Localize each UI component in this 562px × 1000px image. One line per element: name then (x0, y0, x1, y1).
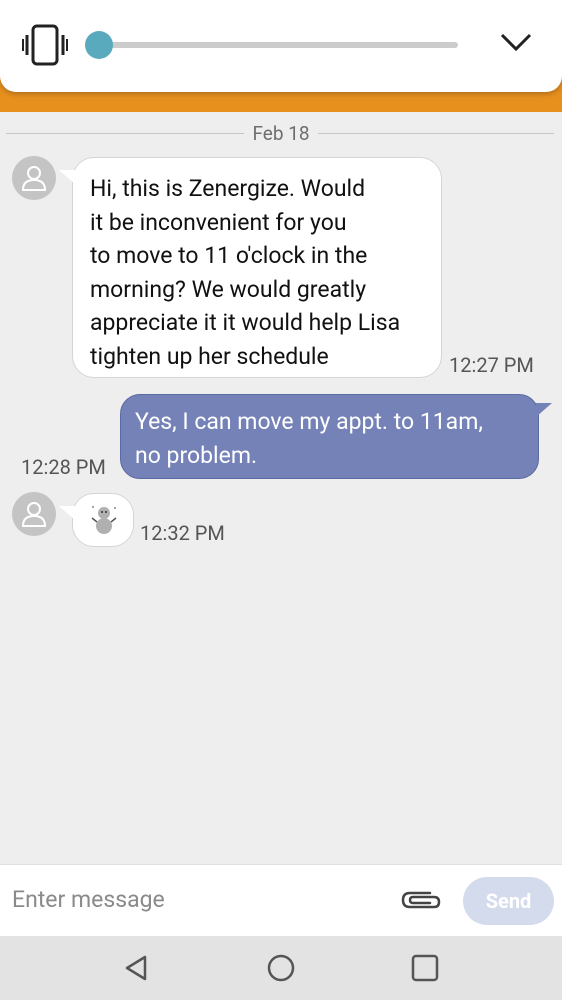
outgoing-message-bubble[interactable]: Yes, I can move my appt. to 11am, no pro… (120, 394, 552, 479)
volume-slider-track[interactable] (100, 42, 458, 48)
recents-square-icon[interactable] (409, 952, 441, 984)
contact-avatar[interactable] (12, 156, 56, 200)
message-line: tighten up her schedule (90, 342, 329, 370)
message-line: no problem. (135, 442, 258, 469)
message-line: appreciate it it would help Lisa (90, 309, 401, 337)
message-line: Hi, this is Zenergize. Would (90, 175, 366, 202)
volume-panel (0, 0, 562, 92)
vibrate-icon[interactable] (22, 24, 68, 66)
message-input[interactable] (12, 879, 382, 919)
message-timestamp: 12:28 PM (21, 455, 106, 479)
date-divider: Feb 18 (0, 122, 562, 146)
bubble-tail (59, 170, 75, 184)
chevron-down-icon[interactable] (500, 30, 532, 54)
message-timestamp: 12:32 PM (140, 521, 225, 545)
divider-line (6, 133, 244, 134)
date-label: Feb 18 (252, 122, 310, 145)
bubble-tail (536, 403, 552, 417)
message-timestamp: 12:27 PM (449, 353, 534, 377)
home-circle-icon[interactable] (265, 952, 297, 984)
incoming-message-bubble[interactable]: Hi, this is Zenergize. Would it be incon… (59, 157, 442, 378)
send-button[interactable]: Send (463, 877, 554, 925)
message-line: Yes, I can move my appt. to 11am, (135, 408, 483, 435)
bubble-tail (59, 506, 75, 520)
incoming-sticker-bubble[interactable] (59, 493, 134, 547)
contact-avatar[interactable] (12, 492, 56, 536)
message-line: to move to 11 o'clock in the (90, 242, 368, 270)
message-line: it be inconvenient for you (90, 208, 347, 236)
system-nav-bar (0, 936, 562, 1000)
snowman-sticker-icon (91, 506, 117, 534)
person-icon (22, 502, 46, 527)
divider-line (318, 133, 554, 134)
paperclip-icon[interactable] (400, 887, 444, 915)
volume-slider-thumb[interactable] (85, 31, 113, 59)
back-triangle-icon[interactable] (121, 952, 153, 984)
person-icon (22, 166, 46, 191)
message-line: morning? We would greatly (90, 275, 367, 303)
